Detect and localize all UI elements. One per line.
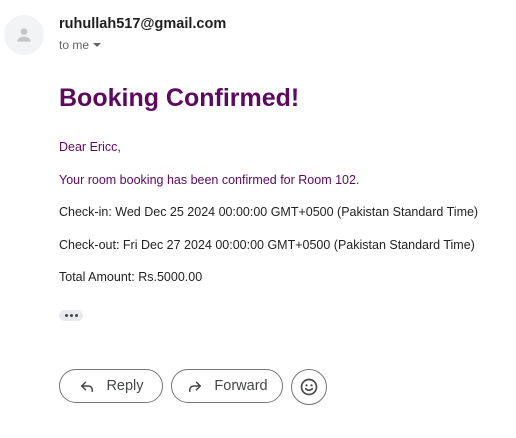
confirmation-message: Your room booking has been confirmed for… <box>59 173 360 187</box>
forward-label: Forward <box>214 378 268 394</box>
total-amount-text: Total Amount: Rs.5000.00 <box>59 270 203 284</box>
person-icon <box>17 28 31 42</box>
check-in-text: Check-in: Wed Dec 25 2024 00:00:00 GMT+0… <box>59 205 479 219</box>
recipient-label: to me <box>59 38 90 52</box>
reply-icon <box>81 381 94 392</box>
email-title: Booking Confirmed! <box>59 84 300 112</box>
greeting-text: Dear Ericc, <box>59 140 121 154</box>
smiley-icon <box>300 378 318 396</box>
show-trimmed-content-button[interactable] <box>59 310 83 321</box>
avatar[interactable] <box>4 15 44 55</box>
sender-email: ruhullah517@gmail.com <box>59 16 227 32</box>
caret-down-icon <box>93 43 102 47</box>
reply-button[interactable]: Reply <box>59 369 163 403</box>
ellipsis-dot <box>74 314 78 317</box>
forward-button[interactable]: Forward <box>171 369 283 403</box>
ellipsis-dot <box>69 314 73 317</box>
forward-icon <box>189 381 202 392</box>
reply-label: Reply <box>106 378 144 394</box>
emoji-reaction-button[interactable] <box>291 369 327 405</box>
ellipsis-icon <box>64 314 68 317</box>
recipient-dropdown[interactable]: to me <box>59 38 102 52</box>
check-out-text: Check-out: Fri Dec 27 2024 00:00:00 GMT+… <box>59 238 475 252</box>
